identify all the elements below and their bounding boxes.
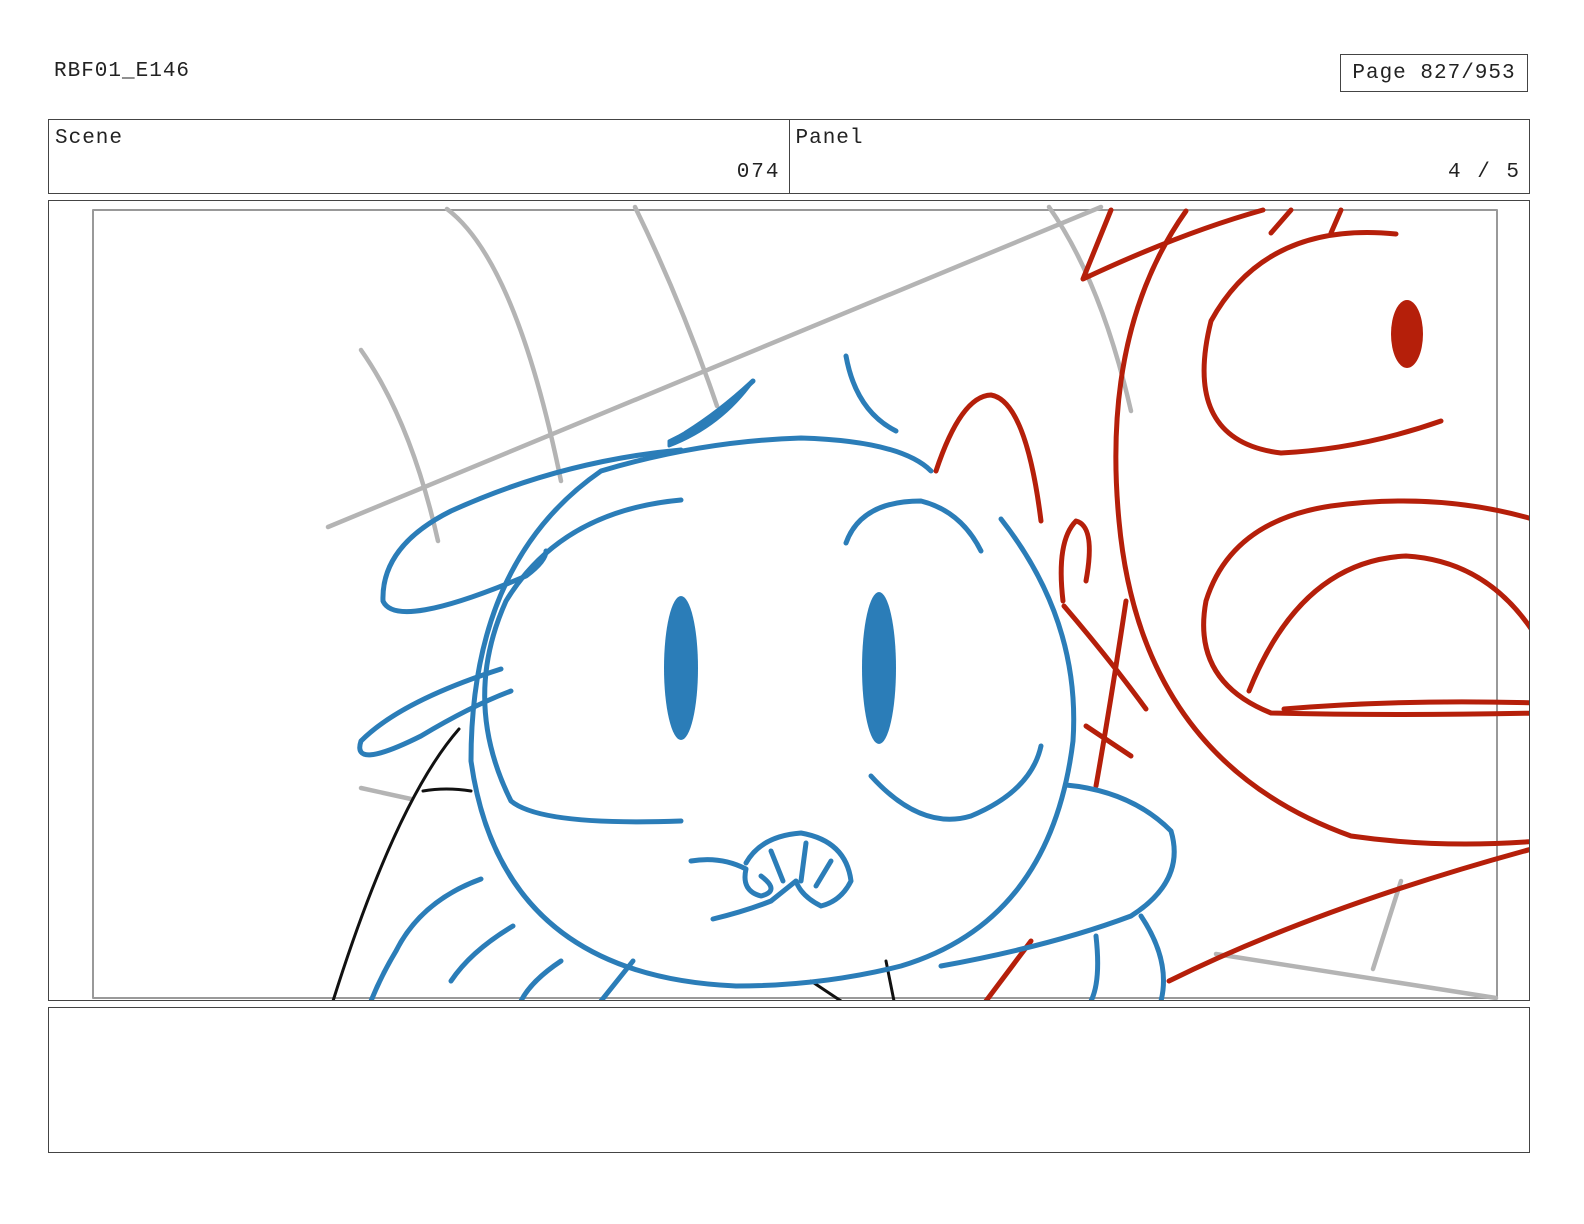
panel-cell: Panel 4 / 5 xyxy=(788,120,1530,193)
blue-character-sketch xyxy=(357,353,1177,1000)
blue-character-right-eye xyxy=(862,592,896,744)
scene-panel-header: Scene 074 Panel 4 / 5 xyxy=(48,119,1530,194)
scene-cell: Scene 074 xyxy=(49,120,789,193)
storyboard-drawing xyxy=(92,204,1529,1000)
red-character-eye xyxy=(1391,300,1423,368)
panel-number: 4 / 5 xyxy=(1447,161,1521,184)
panel-notes-box xyxy=(48,1007,1530,1153)
scene-label: Scene xyxy=(55,127,124,150)
blue-character-left-eye xyxy=(664,596,698,740)
scene-number: 074 xyxy=(736,161,781,184)
document-id: RBF01_E146 xyxy=(54,60,191,83)
panel-label: Panel xyxy=(795,127,864,150)
storyboard-panel xyxy=(48,200,1530,1001)
page-counter: Page 827/953 xyxy=(1340,54,1528,92)
